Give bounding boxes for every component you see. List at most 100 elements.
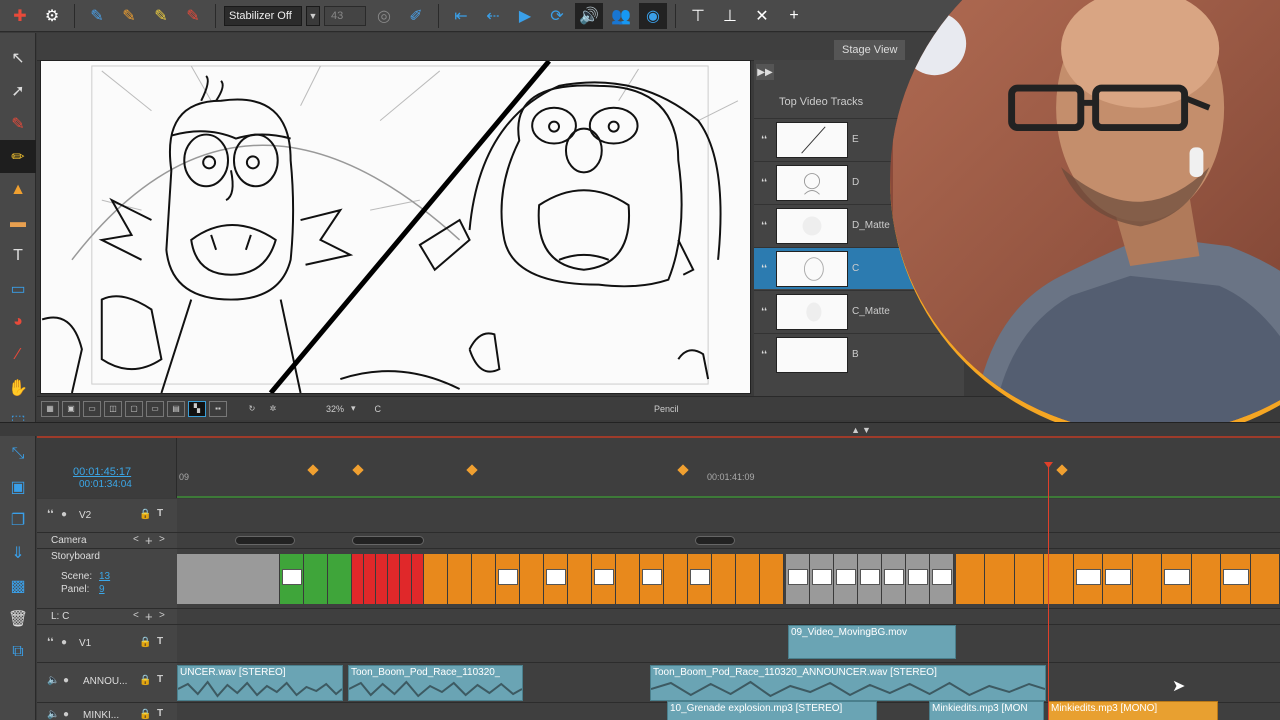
camera-next-icon[interactable]: > xyxy=(159,534,165,545)
track-label-v2[interactable]: ❛❛ ● V2 🔒 T xyxy=(37,499,177,533)
layer-next-icon[interactable]: > xyxy=(159,610,165,621)
audio-clip[interactable]: Minkiedits.mp3 [MON xyxy=(929,701,1044,720)
panel-number-link[interactable]: 9 xyxy=(99,584,105,595)
play-icon[interactable]: ▶ xyxy=(511,3,539,29)
brush-red-icon[interactable]: ✎ xyxy=(179,3,207,29)
record-icon[interactable]: ● xyxy=(63,709,69,720)
duplicate-icon[interactable]: ⧉ xyxy=(0,635,36,668)
keyframe-marker[interactable] xyxy=(307,464,319,476)
image-icon[interactable]: ▩ xyxy=(0,569,36,602)
stage-canvas[interactable] xyxy=(40,60,751,394)
brush-yellow-icon[interactable]: ✎ xyxy=(147,3,175,29)
lock-icon[interactable]: 🔒 xyxy=(139,637,151,648)
storyboard-panel[interactable] xyxy=(736,554,760,604)
storyboard-panel[interactable] xyxy=(352,554,364,604)
playhead[interactable] xyxy=(1048,465,1049,720)
audio-clip-selected[interactable]: Minkiedits.mp3 [MONO] xyxy=(1048,701,1218,720)
audio-clip[interactable]: Toon_Boom_Pod_Race_110320_ANNOUNCER.wav … xyxy=(650,665,1046,701)
add-panel-icon[interactable]: ✚ xyxy=(6,3,34,29)
track-area-v2[interactable] xyxy=(177,499,1280,533)
pencil-icon[interactable]: ✏ xyxy=(0,140,36,173)
keyframe-marker[interactable] xyxy=(466,464,478,476)
storyboard-panel[interactable] xyxy=(472,554,496,604)
storyboard-panel[interactable] xyxy=(1191,554,1222,604)
add-keyframe-icon[interactable]: + xyxy=(145,533,153,548)
collapse-panel-icon[interactable]: ▶▶ xyxy=(756,64,774,80)
storyboard-panel[interactable] xyxy=(568,554,592,604)
camera-prev-icon[interactable]: < xyxy=(133,534,139,545)
storyboard-panel[interactable] xyxy=(424,554,448,604)
current-timecode[interactable]: 00:01:45:17 xyxy=(73,466,131,478)
lock-icon[interactable]: 🔒 xyxy=(139,675,151,686)
keyframe-marker[interactable] xyxy=(1056,464,1068,476)
dropper-icon[interactable]: ⁄ xyxy=(0,338,36,371)
eye-icon[interactable]: ◉ xyxy=(639,2,667,29)
hand-icon[interactable]: ✋ xyxy=(0,371,36,404)
visibility-icon[interactable]: ❛❛ xyxy=(754,306,774,317)
camera-keyframe-segment[interactable] xyxy=(352,536,424,545)
storyboard-panel[interactable] xyxy=(520,554,544,604)
divider-handle[interactable]: ▲ ▼ xyxy=(836,425,886,435)
visibility-icon[interactable]: ❛❛ xyxy=(754,177,774,188)
audio-clip[interactable]: Toon_Boom_Pod_Race_110320_ xyxy=(348,665,523,701)
track-tool-icon[interactable]: T xyxy=(157,708,163,719)
full-view-icon[interactable]: ▭ xyxy=(146,400,164,417)
storyboard-panel[interactable] xyxy=(376,554,388,604)
stamp-icon[interactable]: ▲ xyxy=(0,173,36,206)
lock-icon[interactable]: 🔒 xyxy=(139,709,151,720)
layer-prev-icon[interactable]: < xyxy=(133,610,139,621)
visibility-icon[interactable]: ❛❛ xyxy=(47,509,53,520)
brush-icon[interactable]: ✎ xyxy=(0,107,36,140)
track-tool-icon[interactable]: T xyxy=(157,674,163,685)
layer-icon[interactable]: ❐ xyxy=(0,503,36,536)
text-icon[interactable]: T xyxy=(0,239,36,272)
lock-layer-icon[interactable]: ⊥ xyxy=(716,3,744,29)
track-label-storyboard[interactable]: Storyboard Scene: 13 Panel: 9 xyxy=(37,549,177,609)
track-area-minki[interactable]: 10_Grenade explosion.mp3 [STEREO] Minkie… xyxy=(177,701,1280,720)
trash-icon[interactable]: 🗑 xyxy=(0,602,36,635)
grid-icon[interactable]: ▦ xyxy=(41,400,59,417)
record-icon[interactable]: ● xyxy=(61,637,67,648)
audio-clip[interactable]: 10_Grenade explosion.mp3 [STEREO] xyxy=(667,701,877,720)
video-clip[interactable]: 09_Video_MovingBG.mov xyxy=(788,625,956,659)
speaker-icon[interactable]: 🔈 xyxy=(47,709,59,720)
visibility-icon[interactable]: ❛❛ xyxy=(754,134,774,145)
storyboard-panel[interactable] xyxy=(1250,554,1280,604)
speaker-icon[interactable]: 🔈 xyxy=(47,675,59,686)
storyboard-panel[interactable] xyxy=(760,554,784,604)
eraser-icon[interactable]: ▬ xyxy=(0,206,36,239)
keyframe-marker[interactable] xyxy=(677,464,689,476)
import-icon[interactable]: ⇓ xyxy=(0,536,36,569)
storyboard-panel[interactable] xyxy=(1014,554,1045,604)
camera-icon[interactable]: ▣ xyxy=(0,470,36,503)
visibility-icon[interactable]: ❛❛ xyxy=(754,349,774,360)
storyboard-panel[interactable] xyxy=(1132,554,1163,604)
storyboard-panel[interactable] xyxy=(956,554,986,604)
storyboard-panel[interactable] xyxy=(412,554,424,604)
safe-area-icon[interactable]: ▣ xyxy=(62,400,80,417)
stabilizer-value-field[interactable]: 43 xyxy=(324,5,366,26)
visibility-icon[interactable]: ❛❛ xyxy=(754,220,774,231)
zoom-level[interactable]: 32% xyxy=(326,404,344,414)
loop-icon[interactable]: ⟳ xyxy=(543,3,571,29)
track-area-camera[interactable] xyxy=(177,533,1280,549)
rotate-icon[interactable]: ↻ xyxy=(243,401,261,417)
sound-icon[interactable]: 🔊 xyxy=(575,2,603,29)
users-icon[interactable]: 👥 xyxy=(607,3,635,29)
track-label-announcer[interactable]: 🔈 ● ANNOU... 🔒 T xyxy=(37,663,177,703)
reset-icon[interactable]: ✲ xyxy=(264,401,282,417)
jump-start-icon[interactable]: ⇤ xyxy=(447,3,475,29)
track-label-camera[interactable]: Camera < + > xyxy=(37,533,177,549)
storyboard-panel[interactable] xyxy=(712,554,736,604)
visibility-icon[interactable]: ❛❛ xyxy=(754,263,774,274)
onion-skin-icon[interactable]: ▚ xyxy=(188,400,206,417)
track-area-storyboard[interactable] xyxy=(177,549,1280,609)
previous-frame-icon[interactable]: ⇠ xyxy=(479,3,507,29)
rectangle-icon[interactable]: ▭ xyxy=(0,272,36,305)
transform-icon[interactable]: ➚ xyxy=(0,74,36,107)
frame-icon[interactable]: ▭ xyxy=(83,400,101,417)
storyboard-panel[interactable] xyxy=(364,554,376,604)
storyboard-panel[interactable] xyxy=(400,554,412,604)
chevron-down-icon[interactable]: ▼ xyxy=(306,5,320,26)
track-area-v1[interactable]: 09_Video_MovingBG.mov xyxy=(177,625,1280,663)
